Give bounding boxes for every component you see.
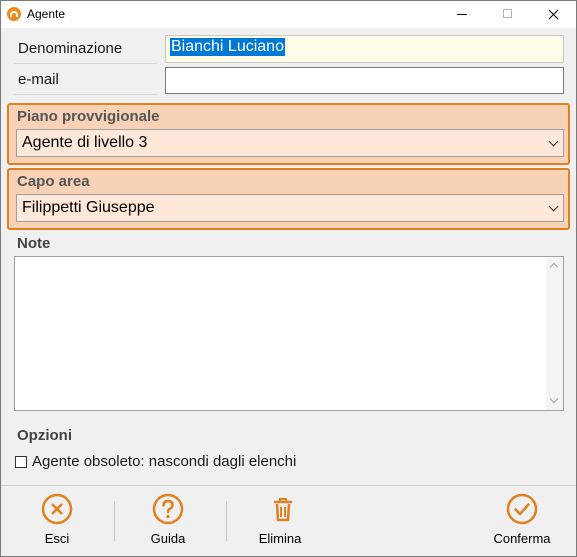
divider: [14, 63, 157, 64]
note-scrollbar[interactable]: [546, 257, 563, 410]
scroll-down-icon[interactable]: [549, 394, 559, 404]
close-circle-icon: [41, 493, 73, 525]
close-button[interactable]: [530, 1, 576, 28]
guida-label: Guida: [150, 531, 186, 546]
window-title: Agente: [27, 7, 66, 21]
denominazione-field[interactable]: Bianchi Luciano: [165, 35, 564, 63]
note-textarea[interactable]: [14, 256, 564, 411]
help-circle-icon: [152, 493, 184, 525]
denominazione-label: Denominazione: [18, 40, 123, 57]
esci-button[interactable]: Esci: [17, 486, 97, 556]
opzioni-label: Opzioni: [17, 427, 72, 444]
capo-area-group: Capo area Filippetti Giuseppe: [7, 168, 570, 230]
app-logo-icon: [7, 7, 21, 21]
check-circle-icon: [506, 493, 538, 525]
obsoleto-checkbox-label[interactable]: Agente obsoleto: nascondi dagli elenchi: [32, 453, 296, 470]
conferma-label: Conferma: [493, 531, 551, 546]
bottom-toolbar: Esci Guida Elimina Conferma: [1, 485, 576, 557]
email-label: e-mail: [18, 71, 59, 88]
elimina-button[interactable]: Elimina: [240, 486, 320, 556]
piano-select[interactable]: Agente di livello 3: [16, 129, 564, 157]
title-bar: Agente: [1, 1, 576, 28]
capo-area-label: Capo area: [17, 173, 90, 190]
agente-dialog: Agente Denominazione Bianchi Luciano e-m…: [0, 0, 577, 557]
capo-area-value: Filippetti Giuseppe: [22, 199, 155, 216]
toolbar-divider: [226, 501, 227, 541]
maximize-button[interactable]: [485, 1, 531, 28]
chevron-down-icon[interactable]: [548, 136, 559, 147]
email-field[interactable]: [165, 67, 564, 94]
piano-value: Agente di livello 3: [22, 134, 148, 151]
minimize-button[interactable]: [439, 1, 485, 28]
scroll-up-icon[interactable]: [549, 262, 559, 272]
chevron-down-icon[interactable]: [548, 201, 559, 212]
divider: [14, 94, 157, 95]
piano-group: Piano provvigionale Agente di livello 3: [7, 103, 570, 165]
note-label: Note: [17, 235, 51, 252]
obsoleto-checkbox[interactable]: [15, 456, 27, 468]
guida-button[interactable]: Guida: [128, 486, 208, 556]
esci-label: Esci: [44, 531, 70, 546]
conferma-button[interactable]: Conferma: [482, 486, 562, 556]
trash-icon: [273, 498, 293, 522]
denominazione-value: Bianchi Luciano: [170, 38, 285, 56]
capo-area-select[interactable]: Filippetti Giuseppe: [16, 194, 564, 222]
toolbar-divider: [114, 501, 115, 541]
elimina-label: Elimina: [258, 531, 302, 546]
piano-label: Piano provvigionale: [17, 108, 160, 125]
